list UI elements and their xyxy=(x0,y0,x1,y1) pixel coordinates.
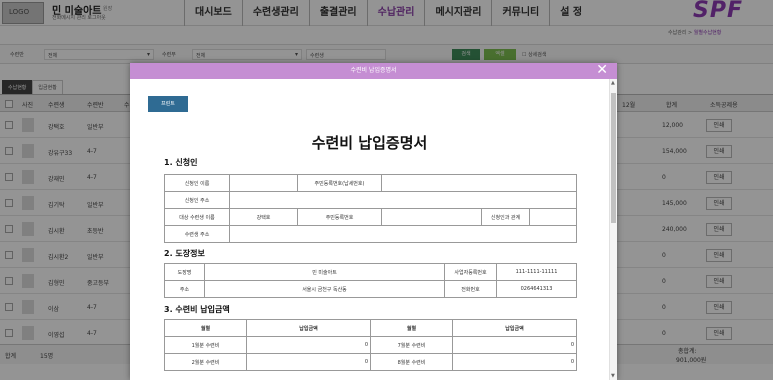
modal-header: 수련비 납입증명서 ✕ xyxy=(130,62,617,79)
payment-month: 2월분 수련비 xyxy=(164,353,247,371)
applicant-rrn-label: 주민등록번호(납세번호) xyxy=(297,174,382,192)
payment-month: 1월분 수련비 xyxy=(164,336,247,354)
section-dojang: 2. 도장정보 xyxy=(164,249,205,258)
payment-amount: 0 xyxy=(452,336,577,354)
close-icon[interactable]: ✕ xyxy=(596,62,608,78)
payment-amount: 0 xyxy=(246,336,371,354)
scroll-up-icon[interactable]: ▲ xyxy=(611,80,615,86)
dojang-table: 도장명 민 미술아트 사업자등록번호 111-1111-11111 주소 서울시… xyxy=(164,263,577,298)
payments-header-amount: 납입금액 xyxy=(246,319,371,337)
applicant-address-value xyxy=(228,191,578,209)
modal-title: 수련비 납입증명서 xyxy=(350,67,397,74)
dojang-name-label: 도장명 xyxy=(164,263,205,281)
section-applicant: 1. 신청인 xyxy=(164,158,198,167)
target-rrn-label: 주민등록번호 xyxy=(297,208,382,226)
dojang-name-value: 민 미술아트 xyxy=(204,263,445,281)
bizno-label: 사업자등록번호 xyxy=(444,263,497,281)
applicant-rrn-value xyxy=(380,174,578,192)
section-payments: 3. 수련비 납입금액 xyxy=(164,305,230,314)
payments-header-amount-2: 납입금액 xyxy=(452,319,577,337)
target-student-label: 대상 수련생 이름 xyxy=(164,208,230,226)
student-address-label: 수련생 주소 xyxy=(164,225,230,243)
applicant-name-label: 신청인 이름 xyxy=(164,174,230,192)
target-rrn-value xyxy=(381,208,482,226)
payments-table: 월별 납입금액 월별 납입금액 1월분 수련비 0 7월분 수련비 0 2월분 … xyxy=(164,319,577,371)
certificate-modal: 수련비 납입증명서 ✕ ▲ ▼ 프린트 수련비 납입증명서 1. 신청인 신청인… xyxy=(130,62,617,380)
bizno-value: 111-1111-11111 xyxy=(496,263,577,281)
tel-value: 0264641313 xyxy=(496,280,577,298)
document-title: 수련비 납입증명서 xyxy=(311,134,428,152)
modal-scrollbar[interactable]: ▲ ▼ xyxy=(609,79,617,380)
scroll-down-icon[interactable]: ▼ xyxy=(611,373,615,379)
relation-label: 신청인과 관계 xyxy=(481,208,530,226)
dojang-address-value: 서울시 금천구 독산동 xyxy=(204,280,445,298)
applicant-name-value xyxy=(229,174,298,192)
payment-month: 7월분 수련비 xyxy=(370,336,453,354)
dojang-address-label: 주소 xyxy=(164,280,205,298)
payments-header-month-2: 월별 xyxy=(370,319,453,337)
print-button[interactable]: 프린트 xyxy=(148,96,188,112)
applicant-table: 신청인 이름 주민등록번호(납세번호) 신청인 주소 대상 수련생 이름 강택호… xyxy=(164,174,578,243)
relation-value xyxy=(528,208,578,226)
payment-month: 8월분 수련비 xyxy=(370,353,453,371)
tel-label: 전화번호 xyxy=(444,280,497,298)
student-address-value xyxy=(228,225,578,243)
payments-header-month: 월별 xyxy=(164,319,247,337)
payment-amount: 0 xyxy=(246,353,371,371)
target-student-name: 강택호 xyxy=(229,208,298,226)
scrollbar-thumb[interactable] xyxy=(611,93,616,223)
applicant-address-label: 신청인 주소 xyxy=(164,191,230,209)
payment-amount: 0 xyxy=(452,353,577,371)
